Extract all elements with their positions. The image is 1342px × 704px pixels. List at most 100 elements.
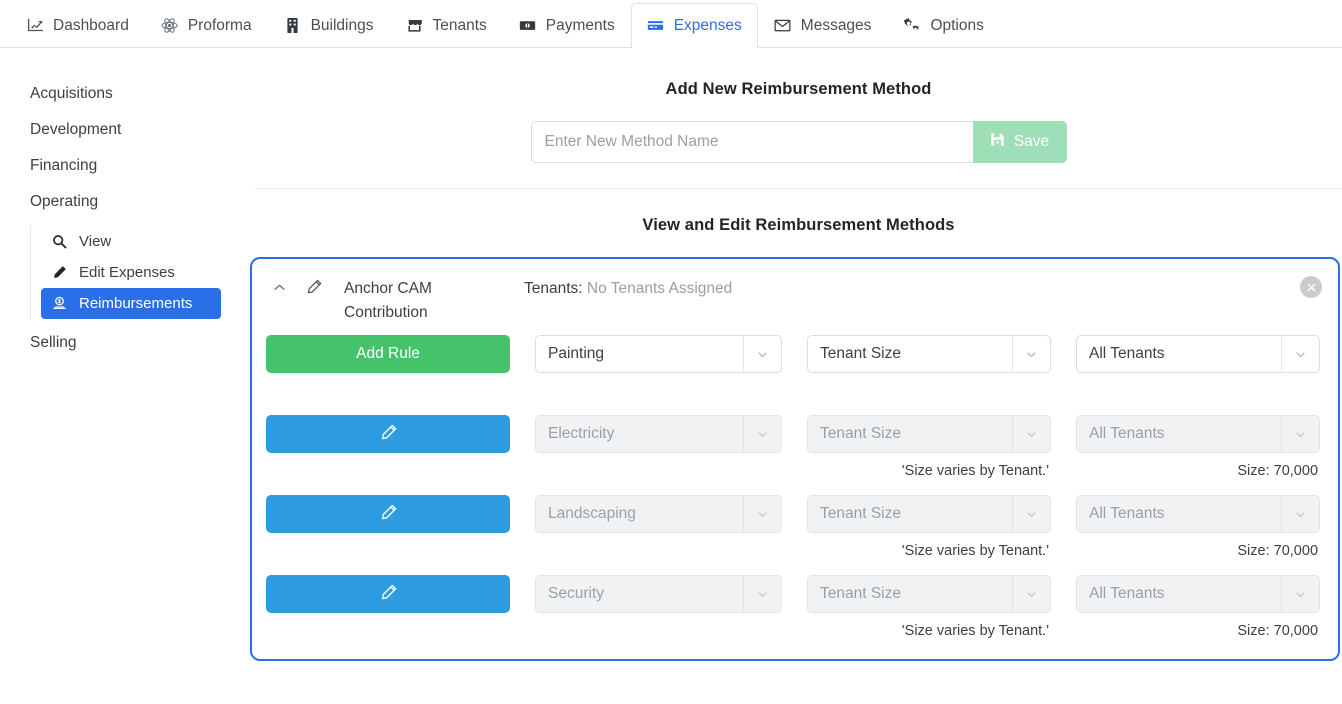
allocation-basis-select: Tenant Size <box>806 495 1051 533</box>
tab-buildings[interactable]: Buildings <box>268 3 390 47</box>
pencil-icon <box>380 424 397 444</box>
sidebar: Acquisitions Development Financing Opera… <box>0 48 245 704</box>
sidebar-item-view[interactable]: View <box>41 226 221 257</box>
expense-type-select[interactable]: Painting <box>535 335 782 373</box>
card-header: Anchor CAM Contribution Tenants: No Tena… <box>266 273 1322 325</box>
atom-icon <box>161 17 179 35</box>
tab-tenants[interactable]: Tenants <box>389 3 502 47</box>
tenant-scope-value: All Tenants <box>1089 505 1165 522</box>
tab-label: Payments <box>545 16 615 34</box>
expense-type-value: Landscaping <box>548 505 636 522</box>
chevron-up-icon <box>273 281 286 297</box>
chevron-down-icon <box>1012 336 1050 372</box>
page-body: Acquisitions Development Financing Opera… <box>0 48 1342 704</box>
sidebar-subitem-label: Reimbursements <box>79 295 193 312</box>
search-icon <box>51 233 68 250</box>
edit-rule-button[interactable] <box>266 575 511 613</box>
tab-options[interactable]: Options <box>887 3 999 47</box>
rule-row: Add Rule Painting Tenant Size All Tenant… <box>266 335 1321 401</box>
sidebar-subitem-label: Edit Expenses <box>79 264 175 281</box>
sidebar-item-acquisitions[interactable]: Acquisitions <box>0 76 245 112</box>
allocation-basis-value: Tenant Size <box>819 505 901 522</box>
building-icon <box>284 17 302 35</box>
main-content: Add New Reimbursement Method Save View a… <box>245 48 1342 704</box>
chevron-down-icon <box>1012 416 1050 452</box>
save-button-label: Save <box>1013 133 1050 150</box>
close-icon[interactable] <box>1300 276 1322 298</box>
credit-card-icon <box>647 17 665 35</box>
tab-dashboard[interactable]: Dashboard <box>10 3 145 47</box>
add-method-title: Add New Reimbursement Method <box>665 80 932 98</box>
save-button[interactable]: Save <box>972 121 1067 163</box>
tab-label: Expenses <box>673 16 742 34</box>
tab-messages[interactable]: Messages <box>758 3 888 47</box>
sidebar-item-label: Acquisitions <box>30 85 113 102</box>
tab-label: Buildings <box>310 16 374 34</box>
chevron-down-icon <box>742 416 781 452</box>
allocation-basis-select: Tenant Size <box>806 415 1051 453</box>
expense-type-select: Electricity <box>535 415 782 453</box>
add-rule-label: Add Rule <box>356 345 420 362</box>
chevron-down-icon <box>742 496 781 532</box>
size-note: Size: 70,000 <box>1237 543 1319 559</box>
expense-type-value: Security <box>548 585 605 602</box>
sidebar-item-selling[interactable]: Selling <box>0 325 245 361</box>
expense-type-value: Electricity <box>548 425 615 442</box>
sidebar-item-label: Development <box>30 121 122 138</box>
collapse-toggle-button[interactable] <box>266 277 292 301</box>
reimbursement-method-card: Anchor CAM Contribution Tenants: No Tena… <box>250 257 1340 661</box>
chevron-down-icon <box>1281 336 1319 372</box>
size-note: Size: 70,000 <box>1237 623 1319 639</box>
sidebar-item-operating[interactable]: Operating <box>0 184 245 220</box>
tab-proforma[interactable]: Proforma <box>145 3 268 47</box>
sidebar-subitem-label: View <box>79 233 112 250</box>
tab-label: Dashboard <box>53 16 129 34</box>
rule-row: Security Tenant Size 'Size varies by Ten… <box>266 575 1321 641</box>
edit-rule-button[interactable] <box>266 495 511 533</box>
allocation-basis-value: Tenant Size <box>819 425 901 442</box>
floppy-save-icon <box>990 132 1005 152</box>
sidebar-item-reimbursements[interactable]: Reimbursements <box>41 288 221 319</box>
chevron-down-icon <box>1281 496 1319 532</box>
sidebar-item-financing[interactable]: Financing <box>0 148 245 184</box>
chevron-down-icon <box>1281 416 1319 452</box>
chart-line-icon <box>26 17 44 35</box>
tenants-assignment: Tenants: No Tenants Assigned <box>524 277 732 301</box>
expense-type-select: Security <box>535 575 782 613</box>
expense-type-value: Painting <box>548 345 605 362</box>
tab-expenses[interactable]: Expenses <box>630 3 758 48</box>
new-method-name-input[interactable] <box>530 121 973 163</box>
chevron-down-icon <box>1281 576 1319 612</box>
tenant-scope-select[interactable]: All Tenants <box>1076 335 1321 373</box>
pencil-icon <box>380 504 397 524</box>
chevron-down-icon <box>1012 496 1050 532</box>
pencil-icon <box>306 279 322 300</box>
sidebar-item-label: Selling <box>30 334 77 351</box>
tenant-scope-select: All Tenants <box>1076 575 1321 613</box>
tenants-value: No Tenants Assigned <box>586 280 733 297</box>
pencil-icon <box>51 264 68 281</box>
allocation-basis-value: Tenant Size <box>819 585 901 602</box>
edit-method-button[interactable] <box>292 277 336 301</box>
tenant-scope-value: All Tenants <box>1089 425 1165 442</box>
sidebar-item-edit-expenses[interactable]: Edit Expenses <box>41 257 221 288</box>
top-navigation-bar: Dashboard Proforma Buildings Tenants Pay… <box>0 0 1342 48</box>
tab-payments[interactable]: Payments <box>503 3 631 47</box>
cogs-icon <box>903 17 921 35</box>
view-edit-title: View and Edit Reimbursement Methods <box>642 216 955 234</box>
tenant-scope-value: All Tenants <box>1089 345 1165 362</box>
sidebar-item-development[interactable]: Development <box>0 112 245 148</box>
add-rule-button[interactable]: Add Rule <box>266 335 511 373</box>
tenants-label: Tenants: <box>524 280 583 297</box>
sidebar-operating-subnav: View Edit Expenses Reimbursements <box>30 226 245 319</box>
allocation-basis-select[interactable]: Tenant Size <box>806 335 1051 373</box>
edit-rule-button[interactable] <box>266 415 511 453</box>
tab-label: Options <box>930 16 984 34</box>
tenant-scope-select: All Tenants <box>1076 495 1321 533</box>
pencil-icon <box>380 584 397 604</box>
tab-label: Tenants <box>432 16 487 34</box>
tenant-scope-value: All Tenants <box>1089 585 1165 602</box>
rule-row: Electricity Tenant Size 'Size varies by … <box>266 415 1321 481</box>
basis-note: 'Size varies by Tenant.' <box>901 543 1049 559</box>
tenant-scope-select: All Tenants <box>1076 415 1321 453</box>
